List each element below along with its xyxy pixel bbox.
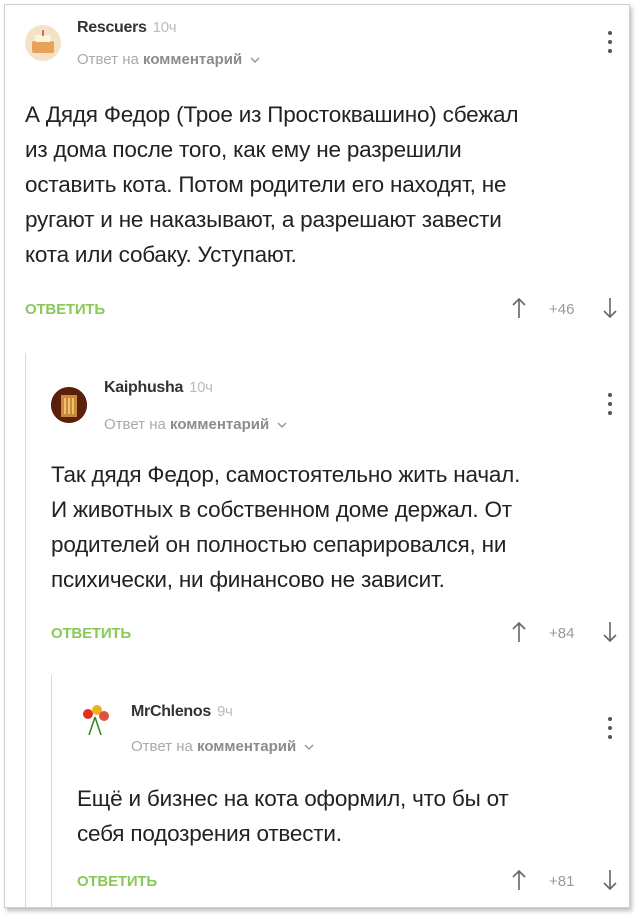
comment-text: А Дядя Федор (Трое из Простоквашино) сбе…	[25, 102, 519, 267]
comment-mrchlenos: MrChlenos 9ч Ответ на комментарий Ещё и б…	[5, 665, 629, 907]
more-options-icon[interactable]	[607, 717, 613, 739]
reply-button[interactable]: ОТВЕТИТЬ	[25, 301, 105, 318]
author-name[interactable]: MrChlenos 9ч	[131, 703, 233, 721]
reply-button[interactable]: ОТВЕТИТЬ	[77, 873, 157, 890]
downvote-arrow-icon[interactable]	[603, 297, 617, 319]
downvote-arrow-icon[interactable]	[603, 621, 617, 643]
comments-panel: Rescuers 10ч Ответ на комментарий А Дядя …	[4, 4, 630, 908]
reply-to-link[interactable]: Ответ на комментарий	[104, 416, 287, 433]
comment-time: 10ч	[152, 19, 177, 36]
chevron-down-icon	[304, 744, 314, 750]
reply-to-link[interactable]: Ответ на комментарий	[131, 738, 314, 755]
more-options-icon[interactable]	[607, 31, 613, 53]
upvote-arrow-icon[interactable]	[512, 297, 526, 319]
upvote-arrow-icon[interactable]	[512, 621, 526, 643]
more-options-icon[interactable]	[607, 393, 613, 415]
downvote-arrow-icon[interactable]	[603, 869, 617, 891]
flowers-avatar-icon	[83, 705, 109, 736]
rating-value: +81	[549, 873, 575, 890]
avatar[interactable]	[51, 387, 87, 423]
upvote-arrow-icon[interactable]	[512, 869, 526, 891]
author-name[interactable]: Rescuers 10ч	[77, 19, 177, 37]
comment-time: 10ч	[189, 379, 213, 396]
rating-value: +46	[549, 301, 575, 318]
reply-button[interactable]: ОТВЕТИТЬ	[51, 625, 131, 642]
chevron-down-icon	[277, 422, 287, 428]
rating-value: +84	[549, 625, 575, 642]
avatar[interactable]	[25, 25, 61, 61]
comment-time: 9ч	[216, 703, 233, 720]
comment-text: Ещё и бизнес на кота оформил, что бы от …	[77, 786, 509, 846]
reply-to-link[interactable]: Ответ на комментарий	[77, 51, 260, 68]
comment-rescuers: Rescuers 10ч Ответ на комментарий А Дядя …	[5, 5, 629, 345]
author-name[interactable]: Kaiphusha 10ч	[104, 379, 213, 397]
comment-text: Так дядя Федор, самостоятельно жить нача…	[51, 462, 521, 592]
organ-avatar-icon	[51, 387, 87, 423]
avatar[interactable]	[77, 701, 113, 737]
cake-avatar-icon	[32, 30, 54, 53]
comment-kaiphusha: Kaiphusha 10ч Ответ на комментарий Так дя…	[5, 345, 629, 665]
chevron-down-icon	[250, 57, 260, 63]
